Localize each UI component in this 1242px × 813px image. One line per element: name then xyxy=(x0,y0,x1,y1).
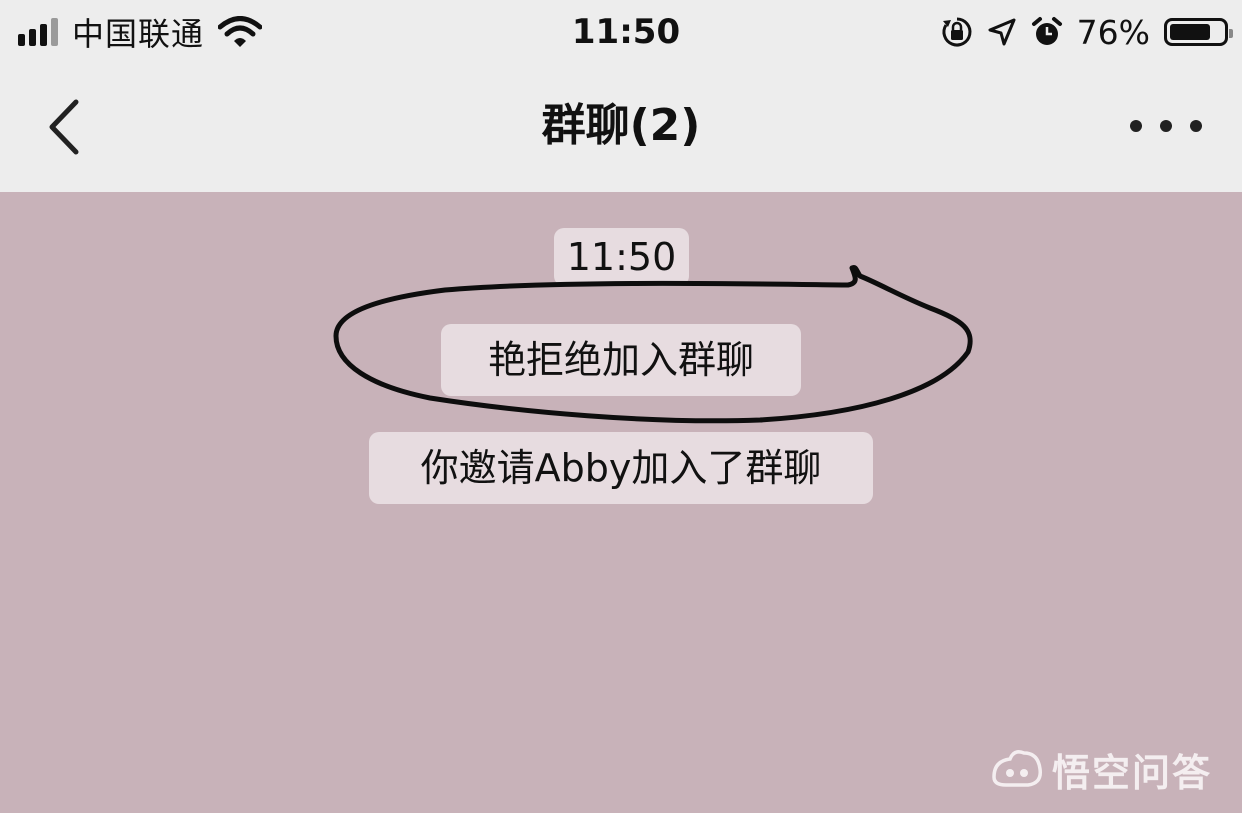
orientation-lock-icon xyxy=(942,17,972,47)
battery-nub xyxy=(1229,29,1233,38)
battery-icon xyxy=(1164,18,1233,46)
status-bar: 中国联通 11:50 76% xyxy=(0,0,1242,64)
alarm-icon xyxy=(1031,17,1062,45)
more-dot xyxy=(1190,120,1202,132)
battery-percentage: 76% xyxy=(1076,12,1150,52)
system-message: 艳拒绝加入群聊 xyxy=(441,324,801,396)
status-right: 76% xyxy=(941,10,1233,54)
wukong-logo-icon xyxy=(992,750,1042,787)
watermark-text: 悟空问答 xyxy=(1052,750,1213,795)
battery-fill xyxy=(1170,24,1210,40)
nav-bar: 群聊(2) xyxy=(0,64,1242,192)
message-timestamp: 11:50 xyxy=(554,228,689,286)
more-dot xyxy=(1130,120,1142,132)
more-button[interactable] xyxy=(1130,104,1202,148)
watermark: 悟空问答 xyxy=(990,740,1212,798)
location-icon xyxy=(988,18,1016,46)
page-title: 群聊(2) xyxy=(541,100,701,151)
chat-area[interactable]: 11:50 艳拒绝加入群聊 你邀请Abby加入了群聊 xyxy=(0,192,1242,813)
system-message: 你邀请Abby加入了群聊 xyxy=(369,432,873,504)
more-dot xyxy=(1160,120,1172,132)
